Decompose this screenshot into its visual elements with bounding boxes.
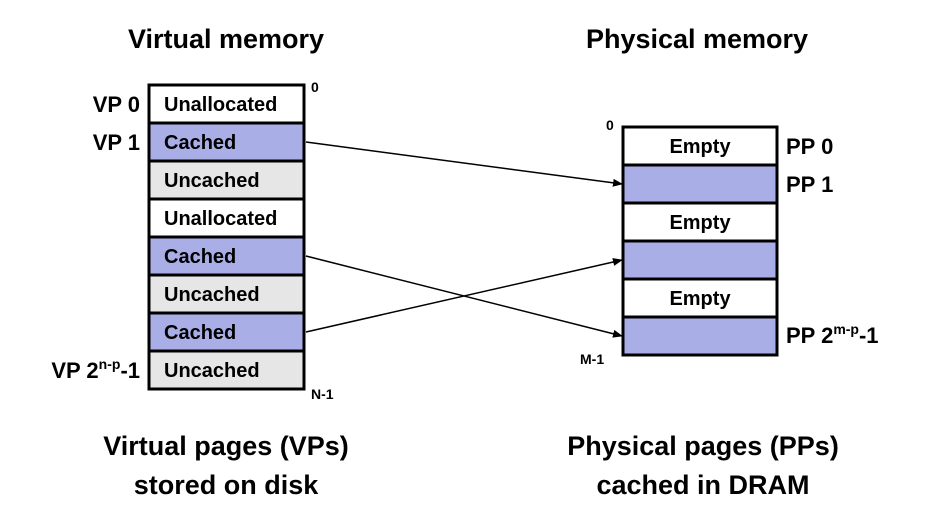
virtual-page-row-cached: Cached <box>147 121 306 163</box>
virtual-addr-start: 0 <box>311 79 319 95</box>
physical-addr-end: M-1 <box>580 351 604 367</box>
label-pp1: PP 1 <box>786 172 833 197</box>
virtual-memory-title: Virtual memory <box>128 24 324 54</box>
label-vp1: VP 1 <box>93 130 140 155</box>
virtual-page-label: Unallocated <box>164 94 277 116</box>
virtual-page-table: Unallocated Cached Uncached Unallocated Cach… <box>147 83 306 391</box>
virtual-page-label: Cached <box>164 132 236 154</box>
virtual-page-row-unallocated: Unallocated <box>147 197 306 239</box>
physical-page-label: Empty <box>669 212 731 234</box>
virtual-page-label: Cached <box>164 246 236 268</box>
virtual-caption-line1: Virtual pages (VPs) <box>103 431 349 461</box>
virtual-page-label: Uncached <box>164 360 260 382</box>
label-pp0: PP 0 <box>786 134 833 159</box>
physical-page-cell <box>621 163 779 205</box>
label-pp-last: PP 2m-p-1 <box>786 321 879 348</box>
virtual-page-row-uncached: Uncached <box>147 349 306 391</box>
physical-page-row-cached <box>621 163 779 205</box>
virtual-page-label: Uncached <box>164 170 260 192</box>
virtual-caption-line2: stored on disk <box>134 470 320 500</box>
physical-page-cell <box>621 239 779 281</box>
physical-caption-line2: cached in DRAM <box>596 470 809 500</box>
virtual-page-label: Cached <box>164 322 236 344</box>
virtual-page-label: Unallocated <box>164 208 277 230</box>
virtual-page-row-uncached: Uncached <box>147 159 306 201</box>
physical-page-label: Empty <box>669 136 731 158</box>
virtual-page-row-cached: Cached <box>147 235 306 277</box>
physical-page-row-empty: Empty <box>621 277 779 319</box>
physical-page-row-cached <box>621 239 779 281</box>
physical-addr-start: 0 <box>606 117 614 133</box>
physical-page-table: Empty Empty Empty <box>621 125 779 357</box>
label-vp0: VP 0 <box>93 92 140 117</box>
label-vp-last: VP 2n-p-1 <box>51 356 140 383</box>
physical-page-cell <box>621 315 779 357</box>
page-mappings <box>305 141 623 338</box>
virtual-page-row-unallocated: Unallocated <box>147 83 306 125</box>
virtual-page-label: Uncached <box>164 284 260 306</box>
physical-page-row-empty: Empty <box>621 201 779 243</box>
physical-caption-line1: Physical pages (PPs) <box>567 431 839 461</box>
virtual-page-row-cached: Cached <box>147 311 306 353</box>
mapping-arrow <box>305 258 623 333</box>
virtual-memory-diagram: Virtual memory Physical memory Unallocat… <box>51 24 879 500</box>
virtual-addr-end: N-1 <box>311 386 334 402</box>
virtual-page-row-uncached: Uncached <box>147 273 306 315</box>
physical-page-row-cached <box>621 315 779 357</box>
physical-page-label: Empty <box>669 288 731 310</box>
physical-page-row-empty: Empty <box>621 125 779 167</box>
mapping-arrow <box>305 141 623 187</box>
physical-memory-title: Physical memory <box>586 24 808 54</box>
